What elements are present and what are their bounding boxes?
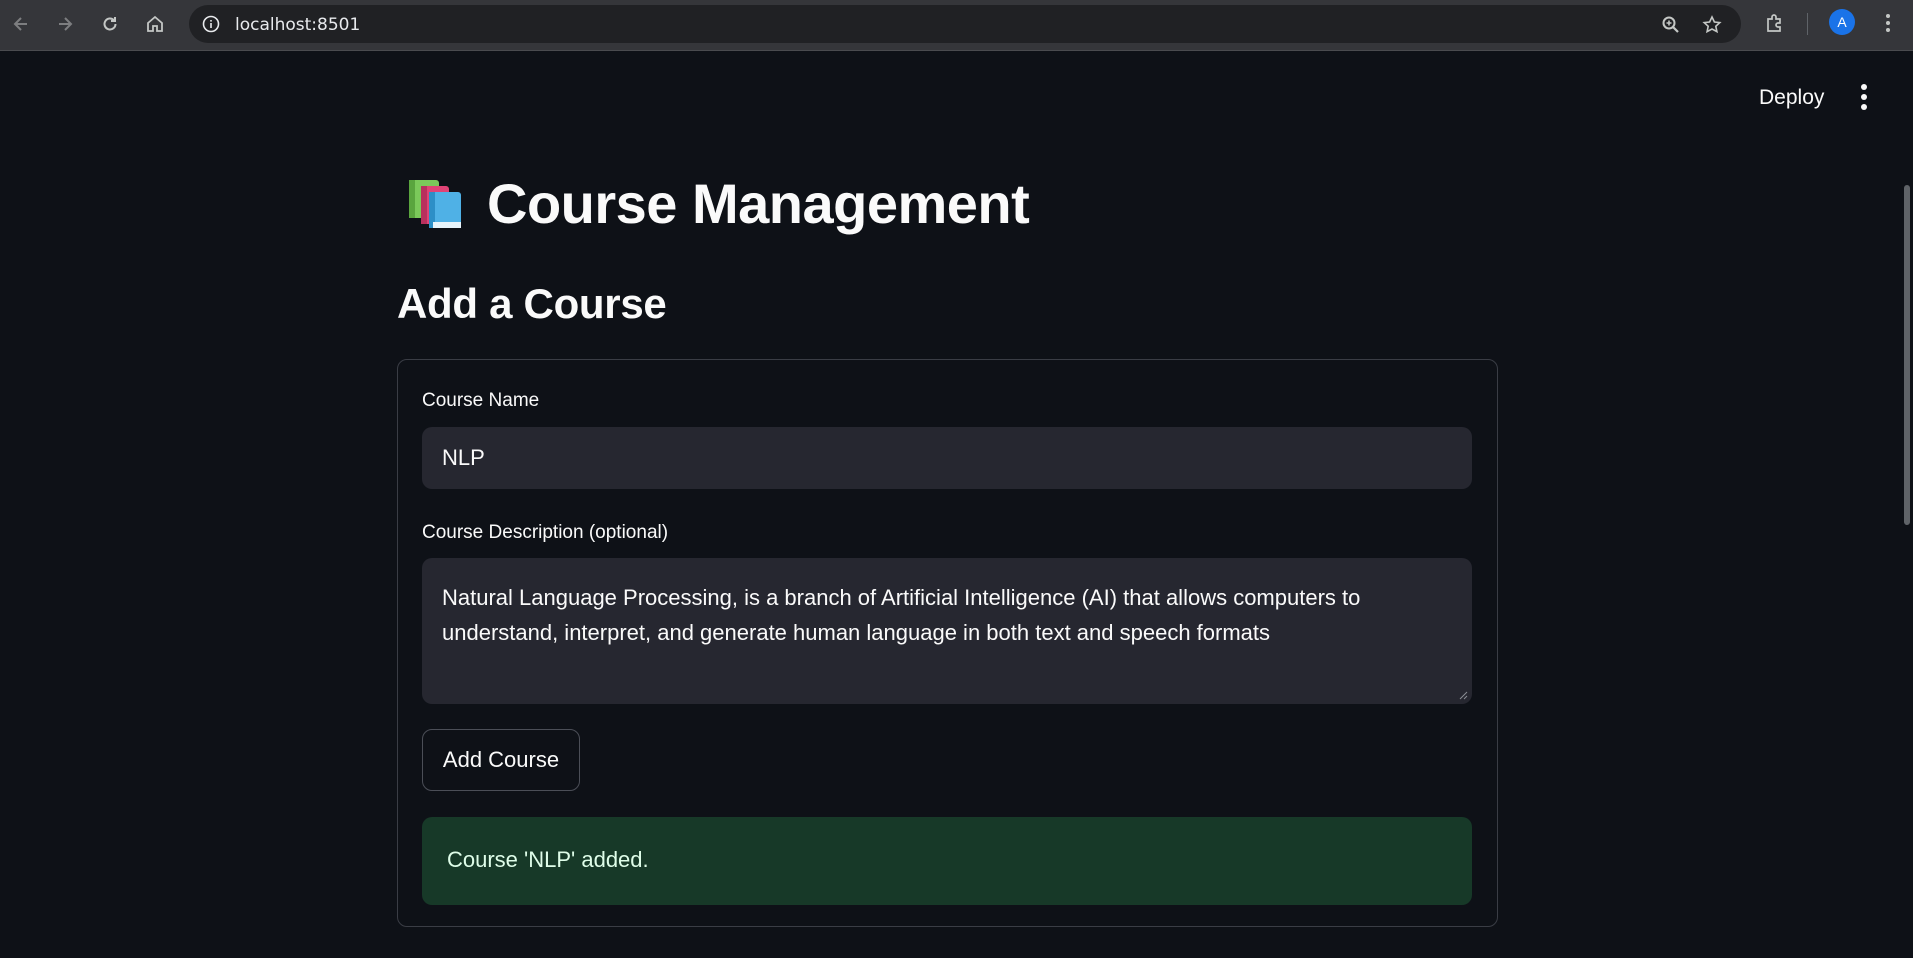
back-button[interactable] <box>4 7 38 41</box>
zoom-icon[interactable] <box>1658 12 1684 38</box>
extensions-icon[interactable] <box>1762 10 1788 36</box>
page-scrollbar[interactable] <box>1904 185 1910 525</box>
page-title: Course Management <box>487 171 1030 235</box>
url-text: localhost:8501 <box>235 15 361 35</box>
add-course-button[interactable]: Add Course <box>422 729 580 791</box>
toolbar-divider <box>1807 13 1808 35</box>
reload-icon <box>103 17 117 31</box>
home-icon <box>147 15 163 32</box>
course-name-input[interactable]: NLP <box>422 427 1472 489</box>
browser-toolbar: localhost:8501 A <box>0 0 1913 51</box>
app-menu-icon[interactable] <box>1850 82 1878 112</box>
success-alert: Course 'NLP' added. <box>422 817 1472 905</box>
section-subheader: Add a Course <box>397 280 667 327</box>
bookmark-star-icon[interactable] <box>1699 12 1725 38</box>
forward-arrow-icon <box>59 17 73 31</box>
site-info-icon[interactable] <box>199 12 223 36</box>
profile-avatar[interactable]: A <box>1829 9 1855 35</box>
course-name-label: Course Name <box>422 390 540 411</box>
course-description-label: Course Description (optional) <box>422 522 669 543</box>
course-description-text: Natural Language Processing, is a branch… <box>442 585 1361 645</box>
deploy-button[interactable]: Deploy <box>1745 84 1838 112</box>
home-button[interactable] <box>138 7 172 41</box>
browser-menu-icon[interactable] <box>1875 10 1901 36</box>
forward-button[interactable] <box>48 7 82 41</box>
course-description-textarea[interactable]: Natural Language Processing, is a branch… <box>422 558 1472 704</box>
add-course-form: Course Name NLP Course Description (opti… <box>397 359 1498 927</box>
back-arrow-icon <box>13 17 27 31</box>
resize-grip-icon[interactable] <box>1459 691 1468 700</box>
books-emoji-icon <box>409 180 461 228</box>
address-bar[interactable]: localhost:8501 <box>189 5 1741 43</box>
reload-button[interactable] <box>93 7 127 41</box>
title-row: Course Management <box>405 168 1030 238</box>
avatar-letter: A <box>1837 14 1847 30</box>
